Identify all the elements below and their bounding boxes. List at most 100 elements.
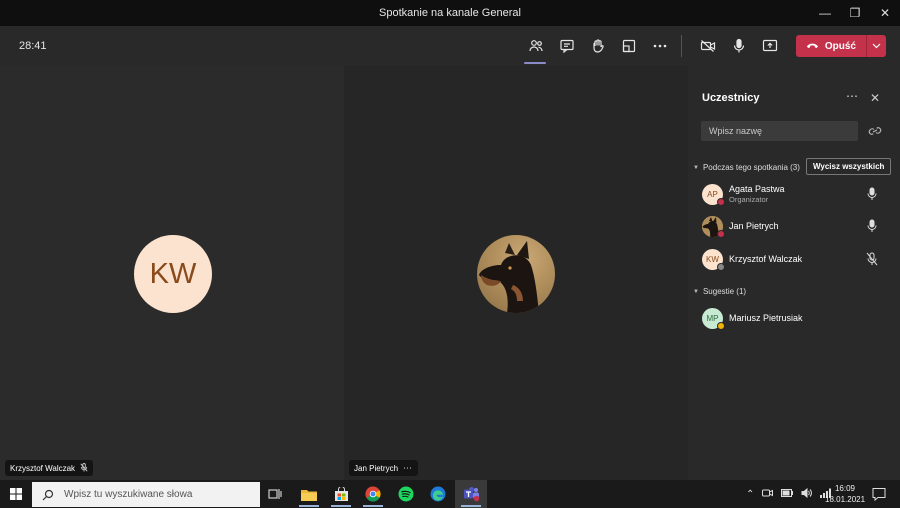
start-button[interactable] <box>0 480 32 508</box>
chevron-down-icon <box>872 43 881 49</box>
tile-name: Krzysztof Walczak <box>10 463 76 473</box>
participants-panel: Uczestnicy ⋯ ✕ ▼ Podczas tego spotkania … <box>688 66 900 480</box>
task-view-button[interactable] <box>259 480 291 508</box>
panel-title: Uczestnicy <box>702 92 760 104</box>
meeting-timer: 28:41 <box>19 40 47 52</box>
share-icon <box>762 39 777 52</box>
suggestion-item[interactable]: MP Mariusz Pietrusiak <box>702 306 892 330</box>
participant-search-input[interactable] <box>701 121 858 141</box>
participant-tile[interactable]: Jan Pietrych ⋯ <box>344 66 688 480</box>
mic-toggle-button[interactable] <box>723 32 754 60</box>
hang-up-icon <box>806 43 819 49</box>
participant-role: Organizator <box>729 195 769 204</box>
taskbar-search[interactable] <box>32 482 260 507</box>
show-chat-button[interactable] <box>551 32 582 60</box>
avatar: KW <box>134 235 212 313</box>
in-meeting-section[interactable]: ▼ Podczas tego spotkania (3) <box>693 163 800 172</box>
participant-tile[interactable]: KW Krzysztof Walczak <box>0 66 344 480</box>
avatar <box>702 215 725 238</box>
tile-name: Jan Pietrych <box>354 463 399 473</box>
search-icon <box>42 489 54 500</box>
avatar: MP <box>702 307 725 330</box>
video-stage: KW Krzysztof Walczak Jan Pietrych ⋯ <box>0 66 688 480</box>
camera-off-icon <box>700 40 715 52</box>
chat-icon <box>559 39 574 54</box>
taskbar-explorer[interactable] <box>293 480 325 508</box>
window-controls: — ❐ ✕ <box>810 0 900 26</box>
taskbar: ⌃ 16:09 18.01.2021 <box>0 480 900 508</box>
camera-toggle-button[interactable] <box>692 32 723 60</box>
share-invite-icon[interactable] <box>868 124 882 138</box>
mic-muted-icon <box>80 462 88 474</box>
status-badge <box>717 321 725 330</box>
taskbar-store[interactable] <box>325 480 357 508</box>
participant-name: Jan Pietrych <box>729 221 779 231</box>
restore-icon[interactable]: ❐ <box>840 0 870 26</box>
avatar-initials: KW <box>706 254 719 264</box>
task-view-icon <box>268 489 282 499</box>
chevron-down-icon: ▼ <box>693 288 699 295</box>
leave-button-group: Opuść <box>796 35 886 57</box>
title-bar: Spotkanie na kanale General — ❐ ✕ <box>0 0 900 26</box>
chrome-icon <box>365 486 381 502</box>
system-tray: ⌃ <box>742 480 836 508</box>
folder-icon <box>301 489 317 501</box>
notification-icon[interactable] <box>872 487 886 501</box>
participant-name: Mariusz Pietrusiak <box>729 313 803 323</box>
edge-icon <box>430 486 446 502</box>
meeting-toolbar: 28:41 Opuść <box>0 26 900 66</box>
tile-name-tag: Krzysztof Walczak <box>5 460 94 476</box>
more-icon <box>653 44 666 48</box>
mute-all-button[interactable]: Wycisz wszystkich <box>806 158 892 175</box>
more-actions-button[interactable] <box>644 32 675 60</box>
rooms-icon <box>622 39 635 53</box>
meet-now-icon[interactable] <box>762 488 774 501</box>
participant-item[interactable]: KW Krzysztof Walczak <box>702 247 892 271</box>
participants-icon <box>528 40 543 52</box>
taskbar-edge[interactable] <box>422 480 454 508</box>
clock-time: 16:09 <box>834 484 856 493</box>
avatar: KW <box>702 248 725 271</box>
chevron-up-icon[interactable]: ⌃ <box>746 489 754 500</box>
teams-icon <box>463 487 479 502</box>
microphone-icon <box>867 187 877 200</box>
volume-icon[interactable] <box>801 487 813 501</box>
participant-item[interactable]: Jan Pietrych <box>702 214 892 238</box>
share-screen-button[interactable] <box>754 32 785 60</box>
suggestions-section[interactable]: ▼ Sugestie (1) <box>693 287 746 296</box>
taskbar-chrome[interactable] <box>357 480 389 508</box>
taskbar-teams[interactable] <box>455 480 487 508</box>
show-participants-button[interactable] <box>520 32 551 64</box>
participant-item[interactable]: AP Agata Pastwa Organizator <box>702 182 892 206</box>
toolbar-actions <box>520 32 785 64</box>
taskbar-spotify[interactable] <box>390 480 422 508</box>
minimize-icon[interactable]: — <box>810 0 840 26</box>
raise-hand-button[interactable] <box>582 32 613 60</box>
avatar-initials: AP <box>707 189 718 199</box>
status-badge <box>717 262 725 271</box>
mic-muted-icon <box>866 252 878 266</box>
close-window-icon[interactable]: ✕ <box>870 0 900 26</box>
battery-icon[interactable] <box>781 488 794 500</box>
avatar-initials: MP <box>706 313 719 323</box>
more-icon[interactable]: ⋯ <box>403 463 413 474</box>
breakout-rooms-button[interactable] <box>613 32 644 60</box>
chevron-down-icon: ▼ <box>693 164 699 171</box>
taskbar-clock[interactable]: 16:09 18.01.2021 <box>825 483 865 505</box>
more-icon[interactable]: ⋯ <box>846 89 859 103</box>
windows-logo-icon <box>10 488 22 500</box>
spotify-icon <box>398 486 414 502</box>
status-badge <box>717 229 725 238</box>
leave-options-button[interactable] <box>866 35 886 57</box>
participant-name: Krzysztof Walczak <box>729 254 803 264</box>
participant-name: Agata Pastwa <box>729 184 785 194</box>
microphone-icon <box>867 219 877 232</box>
status-badge <box>717 197 725 206</box>
microphone-icon <box>733 38 744 53</box>
section-label: Sugestie (1) <box>702 287 747 296</box>
leave-label: Opuść <box>824 40 856 52</box>
window-title: Spotkanie na kanale General <box>379 7 521 19</box>
leave-button[interactable]: Opuść <box>796 35 866 57</box>
taskbar-search-input[interactable] <box>64 489 254 500</box>
close-icon[interactable]: ✕ <box>870 91 880 105</box>
